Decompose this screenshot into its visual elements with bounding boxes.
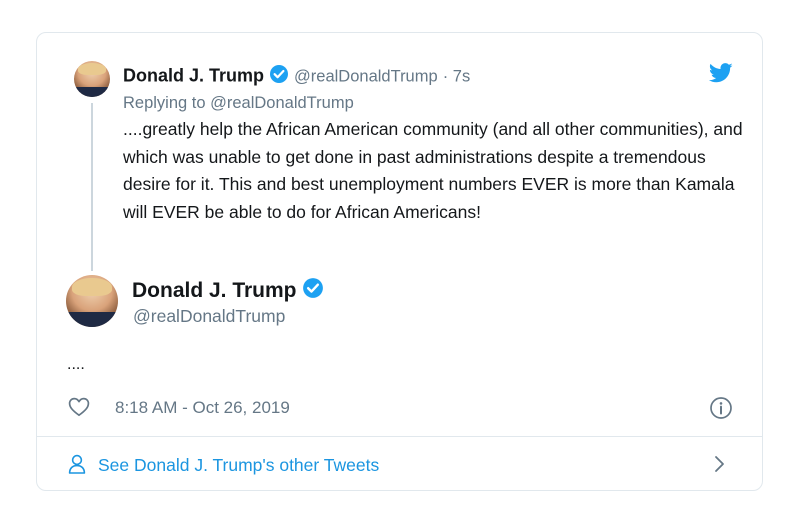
tweet-age[interactable]: · 7s: [443, 67, 471, 85]
tweet-timestamp[interactable]: 8:18 AM - Oct 26, 2019: [115, 397, 290, 419]
avatar[interactable]: [66, 275, 118, 327]
author-handle[interactable]: @realDonaldTrump: [294, 67, 438, 85]
verified-badge-icon: [302, 277, 324, 306]
author-handle[interactable]: @realDonaldTrump: [133, 305, 285, 327]
quoted-tweet-header: Donald J. Trump @realDonaldTrump · 7s: [123, 64, 470, 89]
chevron-right-icon[interactable]: [713, 455, 725, 473]
author-name[interactable]: Donald J. Trump: [132, 279, 297, 302]
see-other-tweets-label[interactable]: See Donald J. Trump's other Tweets: [98, 454, 379, 476]
info-icon[interactable]: [709, 396, 733, 420]
main-tweet-text: ....: [67, 356, 85, 373]
verified-badge-icon: [269, 64, 289, 89]
thread-line: [91, 103, 93, 271]
see-other-tweets-link[interactable]: See Donald J. Trump's other Tweets: [37, 437, 762, 490]
replying-to[interactable]: Replying to @realDonaldTrump: [123, 92, 354, 114]
author-name[interactable]: Donald J. Trump: [123, 65, 264, 85]
quoted-tweet-text: ....greatly help the African American co…: [123, 119, 743, 222]
avatar[interactable]: [74, 61, 110, 97]
tweet-embed-card: Donald J. Trump @realDonaldTrump · 7s Re…: [36, 32, 763, 491]
person-icon: [68, 454, 86, 474]
main-tweet-author: Donald J. Trump: [132, 277, 324, 306]
heart-icon[interactable]: [68, 397, 90, 417]
twitter-bird-icon[interactable]: [708, 63, 733, 83]
